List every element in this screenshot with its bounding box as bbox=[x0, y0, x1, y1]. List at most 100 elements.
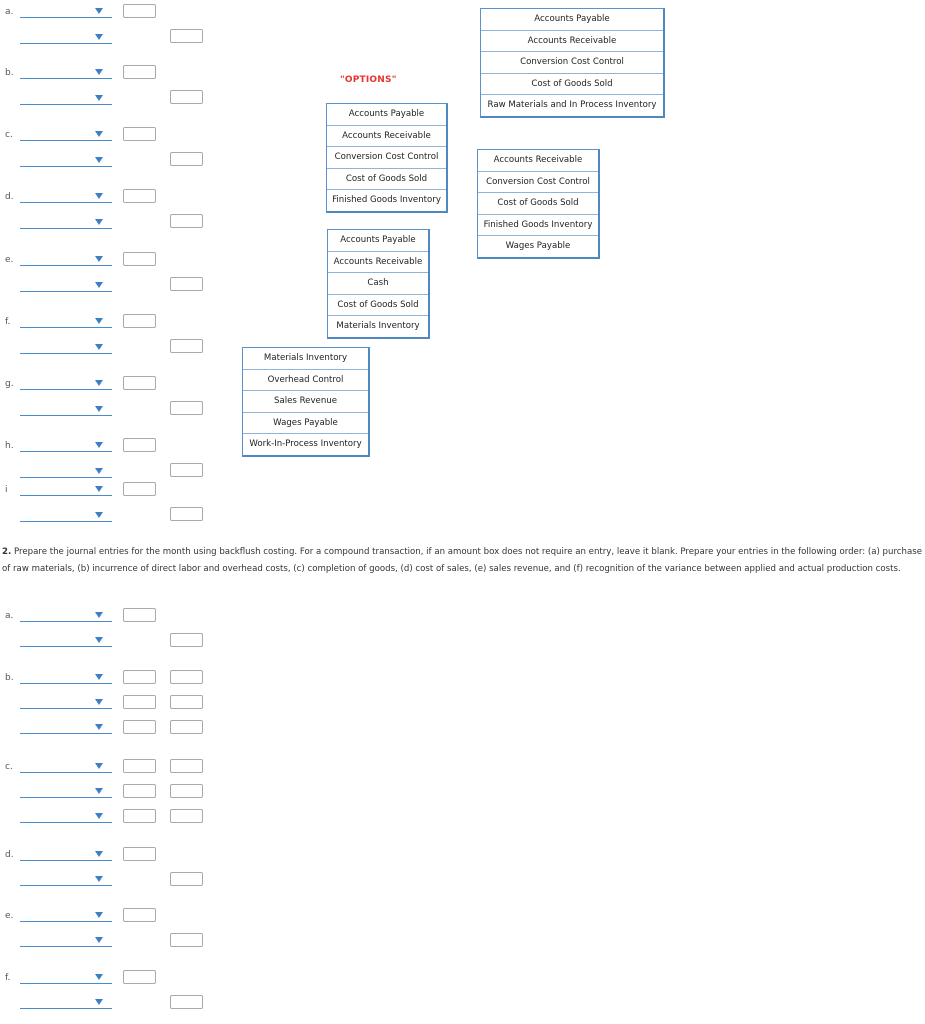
option-item[interactable]: Cost of Goods Sold bbox=[327, 169, 446, 190]
option-item[interactable]: Finished Goods Inventory bbox=[327, 190, 446, 211]
credit-amount-input[interactable] bbox=[170, 695, 203, 709]
credit-amount-input[interactable] bbox=[170, 463, 203, 477]
option-item[interactable]: Cash bbox=[328, 273, 428, 295]
credit-amount-input[interactable] bbox=[170, 720, 203, 734]
debit-amount-input[interactable] bbox=[123, 720, 156, 734]
debit-amount-input[interactable] bbox=[123, 695, 156, 709]
option-item[interactable]: Accounts Receivable bbox=[478, 150, 598, 172]
account-dropdown[interactable] bbox=[20, 634, 112, 647]
option-item[interactable]: Raw Materials and In Process Inventory bbox=[481, 95, 663, 116]
account-dropdown[interactable] bbox=[20, 66, 112, 79]
debit-amount-input[interactable] bbox=[123, 4, 156, 18]
option-item[interactable]: Wages Payable bbox=[243, 413, 368, 434]
chevron-down-icon bbox=[95, 69, 103, 75]
debit-amount-input[interactable] bbox=[123, 908, 156, 922]
option-item[interactable]: Overhead Control bbox=[243, 370, 368, 391]
account-dropdown[interactable] bbox=[20, 971, 112, 984]
account-dropdown[interactable] bbox=[20, 403, 112, 416]
option-item[interactable]: Accounts Receivable bbox=[328, 252, 428, 273]
debit-amount-input[interactable] bbox=[123, 482, 156, 496]
account-dropdown[interactable] bbox=[20, 696, 112, 709]
account-dropdown[interactable] bbox=[20, 31, 112, 44]
account-dropdown[interactable] bbox=[20, 465, 112, 478]
option-item[interactable]: Work-In-Process Inventory bbox=[243, 434, 368, 455]
debit-amount-input[interactable] bbox=[123, 970, 156, 984]
option-item[interactable]: Wages Payable bbox=[478, 236, 598, 257]
credit-amount-input[interactable] bbox=[170, 152, 203, 166]
option-item[interactable]: Conversion Cost Control bbox=[478, 172, 598, 193]
credit-amount-input[interactable] bbox=[170, 90, 203, 104]
account-dropdown[interactable] bbox=[20, 341, 112, 354]
credit-amount-input[interactable] bbox=[170, 401, 203, 415]
credit-amount-input[interactable] bbox=[170, 277, 203, 291]
account-dropdown[interactable] bbox=[20, 190, 112, 203]
account-dropdown[interactable] bbox=[20, 128, 112, 141]
debit-amount-input[interactable] bbox=[123, 189, 156, 203]
debit-amount-input[interactable] bbox=[123, 809, 156, 823]
debit-amount-input[interactable] bbox=[123, 65, 156, 79]
account-dropdown[interactable] bbox=[20, 377, 112, 390]
option-item[interactable]: Accounts Payable bbox=[481, 9, 663, 31]
credit-amount-input[interactable] bbox=[170, 933, 203, 947]
account-dropdown[interactable] bbox=[20, 909, 112, 922]
debit-amount-input[interactable] bbox=[123, 670, 156, 684]
debit-amount-input[interactable] bbox=[123, 438, 156, 452]
credit-amount-input[interactable] bbox=[170, 995, 203, 1009]
account-dropdown[interactable] bbox=[20, 253, 112, 266]
account-dropdown[interactable] bbox=[20, 509, 112, 522]
account-dropdown[interactable] bbox=[20, 721, 112, 734]
option-item[interactable]: Finished Goods Inventory bbox=[478, 215, 598, 236]
debit-amount-input[interactable] bbox=[123, 314, 156, 328]
option-item[interactable]: Materials Inventory bbox=[328, 316, 428, 337]
account-dropdown[interactable] bbox=[20, 848, 112, 861]
account-dropdown[interactable] bbox=[20, 216, 112, 229]
account-dropdown[interactable] bbox=[20, 92, 112, 105]
credit-amount-input[interactable] bbox=[170, 214, 203, 228]
account-dropdown[interactable] bbox=[20, 609, 112, 622]
options-title: "OPTIONS" bbox=[340, 75, 397, 85]
credit-amount-input[interactable] bbox=[170, 759, 203, 773]
account-dropdown[interactable] bbox=[20, 483, 112, 496]
debit-amount-input[interactable] bbox=[123, 127, 156, 141]
chevron-down-icon bbox=[95, 699, 103, 705]
option-item[interactable]: Accounts Receivable bbox=[481, 31, 663, 52]
account-dropdown[interactable] bbox=[20, 315, 112, 328]
credit-amount-input[interactable] bbox=[170, 633, 203, 647]
account-dropdown[interactable] bbox=[20, 996, 112, 1009]
credit-amount-input[interactable] bbox=[170, 670, 203, 684]
debit-amount-input[interactable] bbox=[123, 252, 156, 266]
account-dropdown[interactable] bbox=[20, 439, 112, 452]
account-dropdown[interactable] bbox=[20, 279, 112, 292]
chevron-down-icon bbox=[95, 512, 103, 518]
option-item[interactable]: Accounts Payable bbox=[327, 104, 446, 126]
account-dropdown[interactable] bbox=[20, 5, 112, 18]
debit-amount-input[interactable] bbox=[123, 376, 156, 390]
account-dropdown[interactable] bbox=[20, 934, 112, 947]
account-dropdown[interactable] bbox=[20, 671, 112, 684]
option-item[interactable]: Cost of Goods Sold bbox=[481, 74, 663, 95]
account-dropdown[interactable] bbox=[20, 785, 112, 798]
account-dropdown[interactable] bbox=[20, 873, 112, 886]
account-dropdown[interactable] bbox=[20, 760, 112, 773]
debit-amount-input[interactable] bbox=[123, 784, 156, 798]
credit-amount-input[interactable] bbox=[170, 872, 203, 886]
credit-amount-input[interactable] bbox=[170, 29, 203, 43]
debit-amount-input[interactable] bbox=[123, 608, 156, 622]
credit-amount-input[interactable] bbox=[170, 507, 203, 521]
option-item[interactable]: Sales Revenue bbox=[243, 391, 368, 413]
option-item[interactable]: Accounts Receivable bbox=[327, 126, 446, 147]
account-dropdown[interactable] bbox=[20, 810, 112, 823]
debit-amount-input[interactable] bbox=[123, 847, 156, 861]
credit-amount-input[interactable] bbox=[170, 809, 203, 823]
option-item[interactable]: Cost of Goods Sold bbox=[478, 193, 598, 215]
entry-label: h. bbox=[5, 441, 14, 451]
credit-amount-input[interactable] bbox=[170, 784, 203, 798]
debit-amount-input[interactable] bbox=[123, 759, 156, 773]
option-item[interactable]: Conversion Cost Control bbox=[327, 147, 446, 169]
option-item[interactable]: Conversion Cost Control bbox=[481, 52, 663, 74]
option-item[interactable]: Cost of Goods Sold bbox=[328, 295, 428, 316]
option-item[interactable]: Accounts Payable bbox=[328, 230, 428, 252]
credit-amount-input[interactable] bbox=[170, 339, 203, 353]
account-dropdown[interactable] bbox=[20, 154, 112, 167]
option-item[interactable]: Materials Inventory bbox=[243, 348, 368, 370]
